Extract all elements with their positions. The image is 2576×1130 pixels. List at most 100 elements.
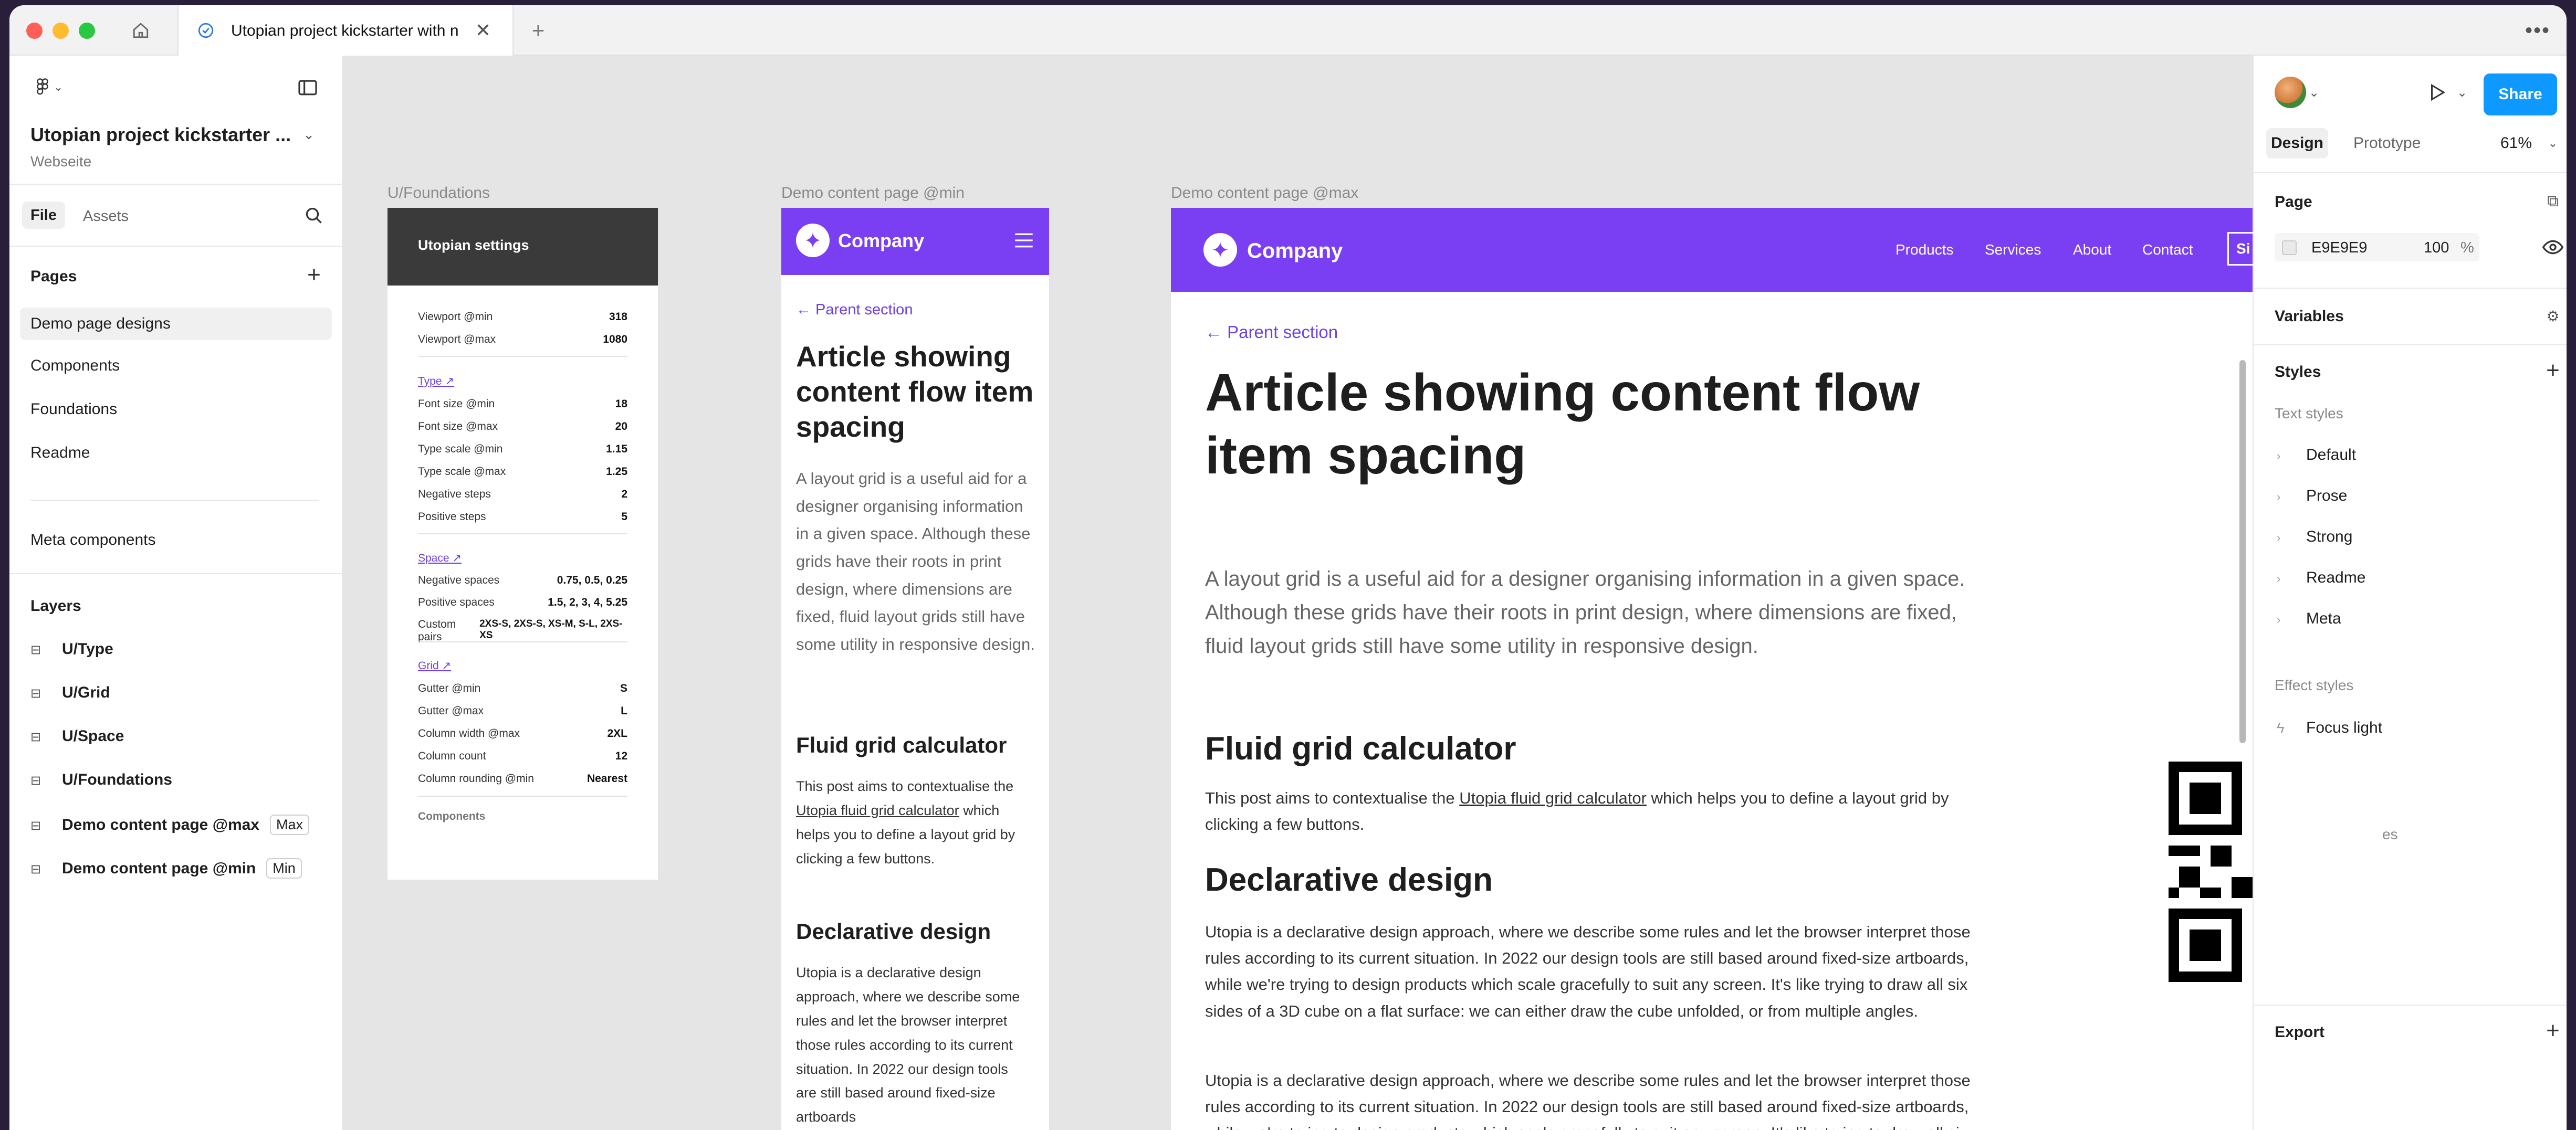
- setting-row: Negative steps 2: [418, 488, 627, 501]
- page-item-demo-page-designs[interactable]: Demo page designs: [20, 308, 332, 340]
- frame-label-min[interactable]: Demo content page @min: [781, 184, 965, 202]
- article-heading: Article showing content flow item spacin…: [796, 340, 1034, 443]
- add-style-icon[interactable]: +: [2542, 357, 2563, 383]
- percent-sign: %: [2460, 239, 2474, 256]
- home-icon[interactable]: [128, 20, 154, 41]
- setting-value: 2XS-S, 2XS-S, XS-M, S-L, 2XS-XS: [479, 618, 623, 641]
- chevron-down-icon[interactable]: ⌄: [301, 125, 317, 144]
- add-page-icon[interactable]: +: [303, 262, 324, 288]
- chevron-down-icon[interactable]: ⌄: [2546, 134, 2560, 152]
- text-style-item[interactable]: › Prose: [2275, 487, 2347, 505]
- component-icon: ⊟: [30, 730, 41, 744]
- add-export-icon[interactable]: +: [2542, 1018, 2563, 1043]
- setting-value: 0.75, 0.5, 0.25: [557, 574, 627, 586]
- play-prototype-icon[interactable]: [2427, 82, 2448, 103]
- foundations-frame[interactable]: Utopian settings Viewport @min 318 Viewpo…: [388, 208, 658, 880]
- close-window-button[interactable]: [26, 23, 43, 39]
- layer-item[interactable]: ⊟ Demo content page @max Max: [30, 815, 310, 835]
- chevron-down-icon[interactable]: ⌄: [2306, 82, 2322, 103]
- sidebar-toggle-icon[interactable]: [296, 78, 320, 98]
- setting-value: Nearest: [587, 773, 627, 785]
- page-item-foundations[interactable]: Foundations: [30, 400, 117, 418]
- chevron-down-icon[interactable]: ⌄: [2454, 82, 2470, 103]
- layer-item[interactable]: ⊟ U/Space: [30, 727, 124, 745]
- layer-item[interactable]: ⊟ U/Grid: [30, 684, 110, 702]
- eye-icon[interactable]: [2541, 237, 2564, 258]
- search-icon[interactable]: [303, 205, 324, 226]
- text-style-item[interactable]: › Default: [2275, 446, 2356, 464]
- space-link[interactable]: Space ↗: [418, 552, 462, 565]
- page-item-meta-components[interactable]: Meta components: [30, 531, 155, 549]
- grid-link[interactable]: Grid ↗: [418, 659, 451, 672]
- page-item-components[interactable]: Components: [30, 357, 120, 375]
- frame-label-foundations[interactable]: U/Foundations: [388, 184, 490, 202]
- setting-row: Viewport @max 1080: [418, 333, 627, 346]
- calculator-link[interactable]: Utopia fluid grid calculator: [796, 802, 959, 818]
- text-style-item[interactable]: › Readme: [2275, 569, 2365, 587]
- user-avatar[interactable]: [2275, 77, 2306, 108]
- tab-design[interactable]: Design: [2266, 128, 2328, 159]
- close-tab-icon[interactable]: ✕: [473, 19, 494, 41]
- maximize-window-button[interactable]: [79, 23, 95, 39]
- nav-contact[interactable]: Contact: [2142, 241, 2193, 258]
- setting-label: Column rounding @min: [418, 773, 534, 785]
- text-style-item[interactable]: › Meta: [2275, 610, 2341, 628]
- export-heading: Export: [2275, 1023, 2325, 1041]
- text-style-item[interactable]: › Strong: [2275, 528, 2352, 546]
- layer-item[interactable]: ⊟ U/Foundations: [30, 771, 172, 789]
- share-button[interactable]: Share: [2484, 73, 2557, 115]
- setting-value: 2: [621, 488, 627, 500]
- new-tab-icon[interactable]: +: [527, 18, 550, 43]
- setting-row: Negative spaces 0.75, 0.5, 0.25: [418, 574, 627, 587]
- project-subtitle: Webseite: [30, 153, 92, 170]
- calculator-link[interactable]: Utopia fluid grid calculator: [1459, 789, 1647, 807]
- parent-section-link[interactable]: ← Parent section: [796, 301, 913, 319]
- more-options-icon[interactable]: •••: [2525, 19, 2551, 42]
- divider: [2254, 288, 2567, 289]
- setting-row: Gutter @max L: [418, 705, 627, 717]
- frame-label-max[interactable]: Demo content page @max: [1171, 184, 1358, 202]
- chevron-right-icon: ›: [2277, 531, 2281, 544]
- hamburger-menu-icon[interactable]: [1012, 229, 1035, 252]
- nav-signup-button[interactable]: Si: [2227, 232, 2253, 266]
- nav-services[interactable]: Services: [1985, 241, 2041, 258]
- tab-assets[interactable]: Assets: [83, 208, 129, 225]
- divider: [9, 573, 342, 574]
- setting-value: 1.15: [606, 443, 627, 455]
- nav-about[interactable]: About: [2073, 241, 2111, 258]
- browser-tab[interactable]: Utopian project kickstarter with n ✕: [177, 5, 514, 57]
- nav-products[interactable]: Products: [1896, 241, 1954, 258]
- tab-prototype[interactable]: Prototype: [2353, 134, 2421, 152]
- color-swatch[interactable]: [2282, 240, 2297, 255]
- layer-name: U/Grid: [62, 684, 110, 701]
- type-link[interactable]: Type ↗: [418, 375, 454, 388]
- background-hex[interactable]: E9E9E9: [2311, 239, 2367, 257]
- setting-value: 2XL: [607, 727, 627, 740]
- figma-menu-button[interactable]: ⌄: [30, 77, 67, 98]
- article-heading: Article showing content flow item spacin…: [1205, 363, 1920, 485]
- canvas-scrollbar[interactable]: [2239, 360, 2246, 743]
- variables-settings-icon[interactable]: ⚙: [2542, 305, 2563, 326]
- zoom-level[interactable]: 61%: [2500, 134, 2532, 152]
- effect-style-name: Focus light: [2306, 719, 2383, 736]
- demo-page-min-frame[interactable]: ✦ Company ← Parent section Article showi…: [781, 208, 1049, 1130]
- layer-item[interactable]: ⊟ U/Type: [30, 640, 113, 658]
- setting-row: Viewport @min 318: [418, 311, 627, 323]
- paragraph: Utopia is a declarative design approach,…: [1205, 923, 1971, 1020]
- component-icon: ⊟: [30, 643, 41, 657]
- design-canvas[interactable]: U/Foundations Utopian settings Viewport …: [343, 56, 2253, 1130]
- parent-section-link[interactable]: ← Parent section: [1205, 322, 1338, 342]
- minimize-window-button[interactable]: [53, 23, 69, 39]
- effect-style-item[interactable]: ϟ Focus light: [2275, 719, 2382, 737]
- demo-page-max-frame[interactable]: ✦ Company Products Services About Contac…: [1171, 208, 2253, 1130]
- layer-item[interactable]: ⊟ Demo content page @min Min: [30, 858, 302, 879]
- page-item-readme[interactable]: Readme: [30, 444, 90, 462]
- setting-value: 20: [615, 420, 627, 432]
- tab-file[interactable]: File: [22, 202, 65, 229]
- project-title[interactable]: Utopian project kickstarter ...: [30, 124, 291, 146]
- section-heading: Fluid grid calculator: [796, 733, 1007, 757]
- effect-styles-label: Effect styles: [2275, 677, 2354, 693]
- page-settings-icon[interactable]: ⧉: [2542, 191, 2563, 212]
- background-opacity[interactable]: 100: [2424, 239, 2449, 257]
- text-style-name: Default: [2306, 446, 2357, 463]
